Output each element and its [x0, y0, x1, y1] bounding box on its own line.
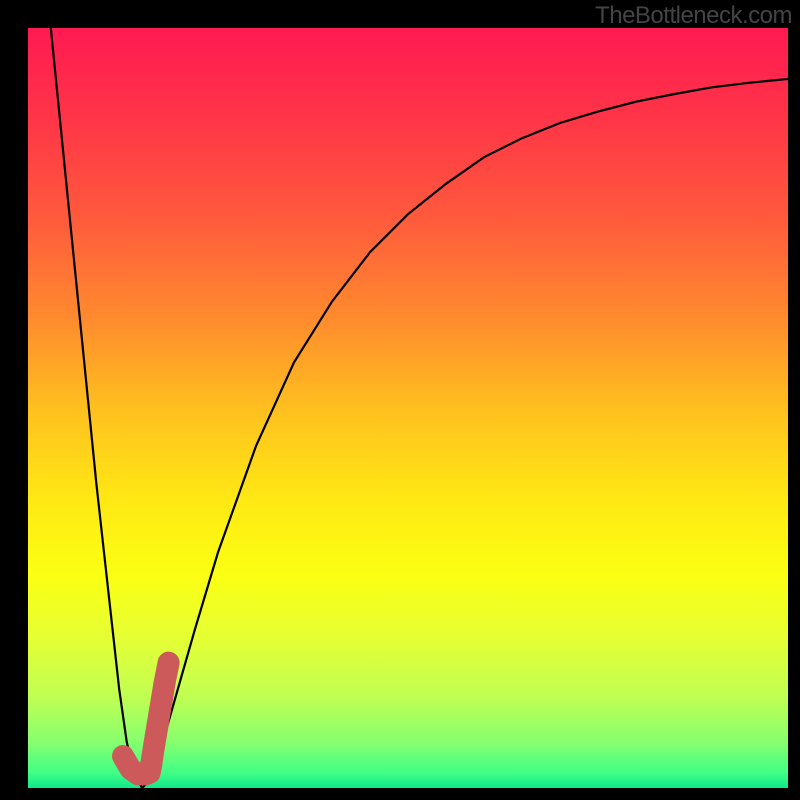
chart-container: TheBottleneck.com: [0, 0, 800, 800]
plot-area: [28, 28, 788, 788]
chart-plot: [0, 0, 800, 800]
watermark-text: TheBottleneck.com: [595, 2, 792, 30]
